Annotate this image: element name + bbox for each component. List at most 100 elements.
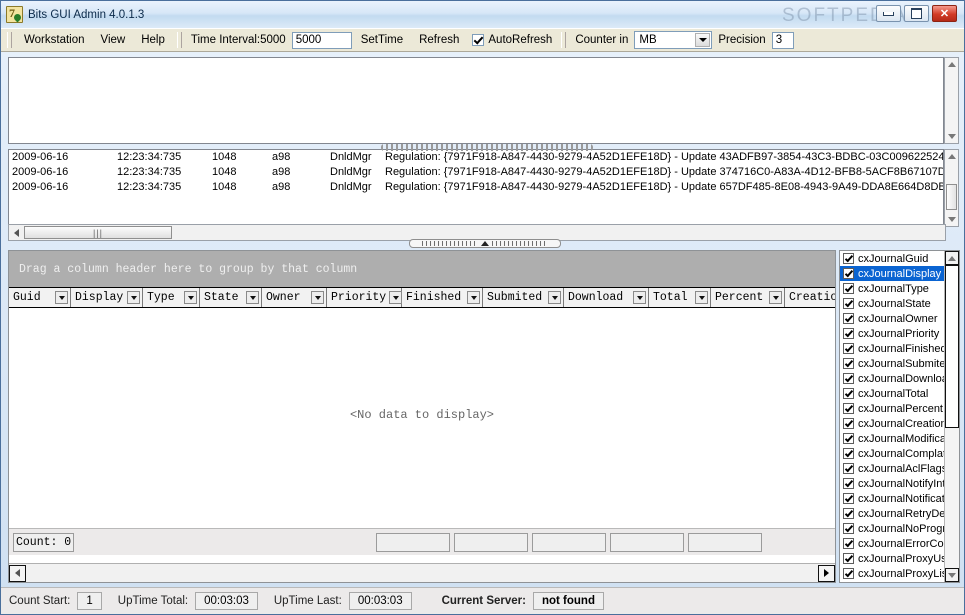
checkbox-icon[interactable]	[843, 568, 854, 579]
column-chooser-item[interactable]: cxJournalSubmite	[840, 356, 944, 371]
column-chooser-item[interactable]: cxJournalNoProgr	[840, 521, 944, 536]
log-top-scrollbar[interactable]	[944, 57, 959, 144]
grid-body[interactable]: <No data to display>	[9, 308, 835, 521]
filter-dropdown-icon[interactable]	[389, 291, 403, 304]
column-chooser-scrollbar[interactable]	[944, 251, 959, 582]
column-chooser-item[interactable]: cxJournalPercent	[840, 401, 944, 416]
filter-dropdown-icon[interactable]	[311, 291, 324, 304]
column-header-submited[interactable]: Submited	[483, 288, 564, 307]
checkbox-icon[interactable]	[843, 373, 854, 384]
column-chooser-list[interactable]: cxJournalGuid cxJournalDisplay cxJournalTy…	[840, 251, 944, 582]
checkbox-icon[interactable]	[843, 523, 854, 534]
checkbox-icon[interactable]	[843, 463, 854, 474]
filter-dropdown-icon[interactable]	[127, 291, 140, 304]
column-chooser-item[interactable]: cxJournalRetryDe	[840, 506, 944, 521]
checkbox-icon[interactable]	[843, 253, 854, 264]
column-chooser-item[interactable]: cxJournalDownloa	[840, 371, 944, 386]
filter-dropdown-icon[interactable]	[467, 291, 480, 304]
refresh-button[interactable]: Refresh	[412, 32, 466, 48]
column-chooser-item[interactable]: cxJournalNotificat	[840, 491, 944, 506]
scrollbar-thumb[interactable]: |||	[24, 226, 172, 239]
scrollbar-thumb[interactable]	[946, 184, 957, 210]
menu-help[interactable]: Help	[134, 32, 172, 48]
checkbox-icon[interactable]	[843, 283, 854, 294]
column-header-guid[interactable]: Guid	[9, 288, 71, 307]
scroll-left-icon[interactable]	[9, 225, 23, 240]
menu-workstation[interactable]: Workstation	[17, 32, 92, 48]
scroll-right-icon[interactable]	[818, 564, 835, 582]
column-chooser-item[interactable]: cxJournalProxyLis	[840, 566, 944, 581]
scroll-up-icon[interactable]	[945, 58, 958, 71]
checkbox-icon[interactable]	[843, 508, 854, 519]
panel-splitter[interactable]	[409, 239, 561, 248]
checkbox-icon[interactable]	[843, 313, 854, 324]
grid-horizontal-scrollbar[interactable]	[9, 563, 835, 582]
log-output-top[interactable]	[8, 57, 944, 144]
column-header-percent[interactable]: Percent	[711, 288, 785, 307]
column-chooser-item[interactable]: cxJournalCreation	[840, 416, 944, 431]
filter-dropdown-icon[interactable]	[695, 291, 708, 304]
filter-dropdown-icon[interactable]	[55, 291, 68, 304]
checkbox-icon[interactable]	[843, 403, 854, 414]
checkbox-icon[interactable]	[843, 358, 854, 369]
collapse-up-icon[interactable]	[481, 241, 489, 246]
column-header-finished[interactable]: Finished	[402, 288, 483, 307]
column-header-total[interactable]: Total	[649, 288, 711, 307]
checkbox-icon[interactable]	[843, 478, 854, 489]
column-chooser-item[interactable]: cxJournalModifica	[840, 431, 944, 446]
column-chooser-item[interactable]: cxJournalFinished	[840, 341, 944, 356]
column-chooser-item[interactable]: cxJournalType	[840, 281, 944, 296]
column-chooser-item[interactable]: cxJournalProxyUs	[840, 551, 944, 566]
checkbox-icon[interactable]	[843, 553, 854, 564]
scrollbar-thumb[interactable]	[945, 265, 959, 428]
log-output-bottom[interactable]: 2009-06-16 12:23:34:735 1048 a98 DnldMgr Regu…	[8, 149, 944, 227]
filter-dropdown-icon[interactable]	[184, 291, 197, 304]
column-chooser-item[interactable]: cxJournalTotal	[840, 386, 944, 401]
filter-dropdown-icon[interactable]	[769, 291, 782, 304]
column-header-creationtime[interactable]: CreationTime	[785, 288, 835, 307]
column-header-download[interactable]: Download	[564, 288, 649, 307]
filter-dropdown-icon[interactable]	[246, 291, 259, 304]
counter-in-select[interactable]: MB	[634, 31, 713, 49]
checkbox-icon[interactable]	[843, 343, 854, 354]
column-chooser-item[interactable]: cxJournalPriority	[840, 326, 944, 341]
column-header-owner[interactable]: Owner	[262, 288, 327, 307]
column-header-type[interactable]: Type	[143, 288, 200, 307]
minimize-button[interactable]	[876, 5, 901, 22]
group-by-panel[interactable]: Drag a column header here to group by th…	[9, 251, 835, 287]
checkbox-icon[interactable]	[843, 298, 854, 309]
scroll-down-icon[interactable]	[945, 568, 959, 582]
time-interval-input[interactable]	[291, 31, 352, 49]
precision-input[interactable]	[771, 31, 794, 49]
filter-dropdown-icon[interactable]	[548, 291, 561, 304]
checkbox-icon[interactable]	[843, 268, 854, 279]
column-chooser-item[interactable]: cxJournalDisplay	[840, 266, 944, 281]
column-chooser-item[interactable]: cxJournalComplat	[840, 446, 944, 461]
settime-button[interactable]: SetTime	[354, 32, 410, 48]
scroll-down-icon[interactable]	[945, 213, 958, 226]
log-bottom-scrollbar[interactable]	[944, 149, 959, 227]
filter-dropdown-icon[interactable]	[633, 291, 646, 304]
checkbox-icon[interactable]	[843, 538, 854, 549]
chevron-down-icon[interactable]	[695, 33, 711, 47]
checkbox-icon[interactable]	[843, 493, 854, 504]
checkbox-icon[interactable]	[843, 328, 854, 339]
checkbox-icon[interactable]	[843, 433, 854, 444]
scroll-up-icon[interactable]	[945, 150, 958, 163]
column-chooser-item[interactable]: cxJournalProxyBy	[840, 581, 944, 582]
column-chooser-item[interactable]: cxJournalAclFlags	[840, 461, 944, 476]
checkbox-icon[interactable]	[843, 448, 854, 459]
checkbox-icon[interactable]	[843, 388, 854, 399]
column-chooser-item[interactable]: cxJournalGuid	[840, 251, 944, 266]
column-header-priority[interactable]: Priority	[327, 288, 403, 307]
scroll-up-icon[interactable]	[945, 251, 959, 265]
toolbar-grip[interactable]	[7, 32, 12, 48]
scroll-down-icon[interactable]	[945, 130, 958, 143]
column-chooser-item[interactable]: cxJournalOwner	[840, 311, 944, 326]
column-chooser-item[interactable]: cxJournalState	[840, 296, 944, 311]
close-button[interactable]: ✕	[932, 5, 957, 22]
column-header-display[interactable]: Display	[71, 288, 143, 307]
column-header-state[interactable]: State	[200, 288, 262, 307]
toolbar-grip-3[interactable]	[561, 32, 567, 48]
checkbox-icon[interactable]	[843, 418, 854, 429]
